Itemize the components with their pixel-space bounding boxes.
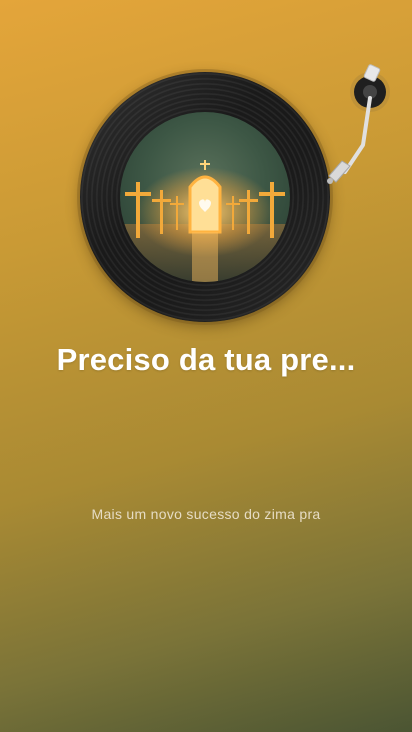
vinyl-record-icon[interactable] — [80, 72, 330, 322]
tonearm-icon[interactable] — [300, 60, 412, 210]
music-player-screen: Preciso da tua pre... Mais um novo suces… — [0, 0, 412, 732]
song-description: Mais um novo sucesso do zima pra — [91, 506, 321, 522]
song-title: Preciso da tua pre... — [56, 342, 356, 377]
album-cover — [120, 112, 290, 282]
